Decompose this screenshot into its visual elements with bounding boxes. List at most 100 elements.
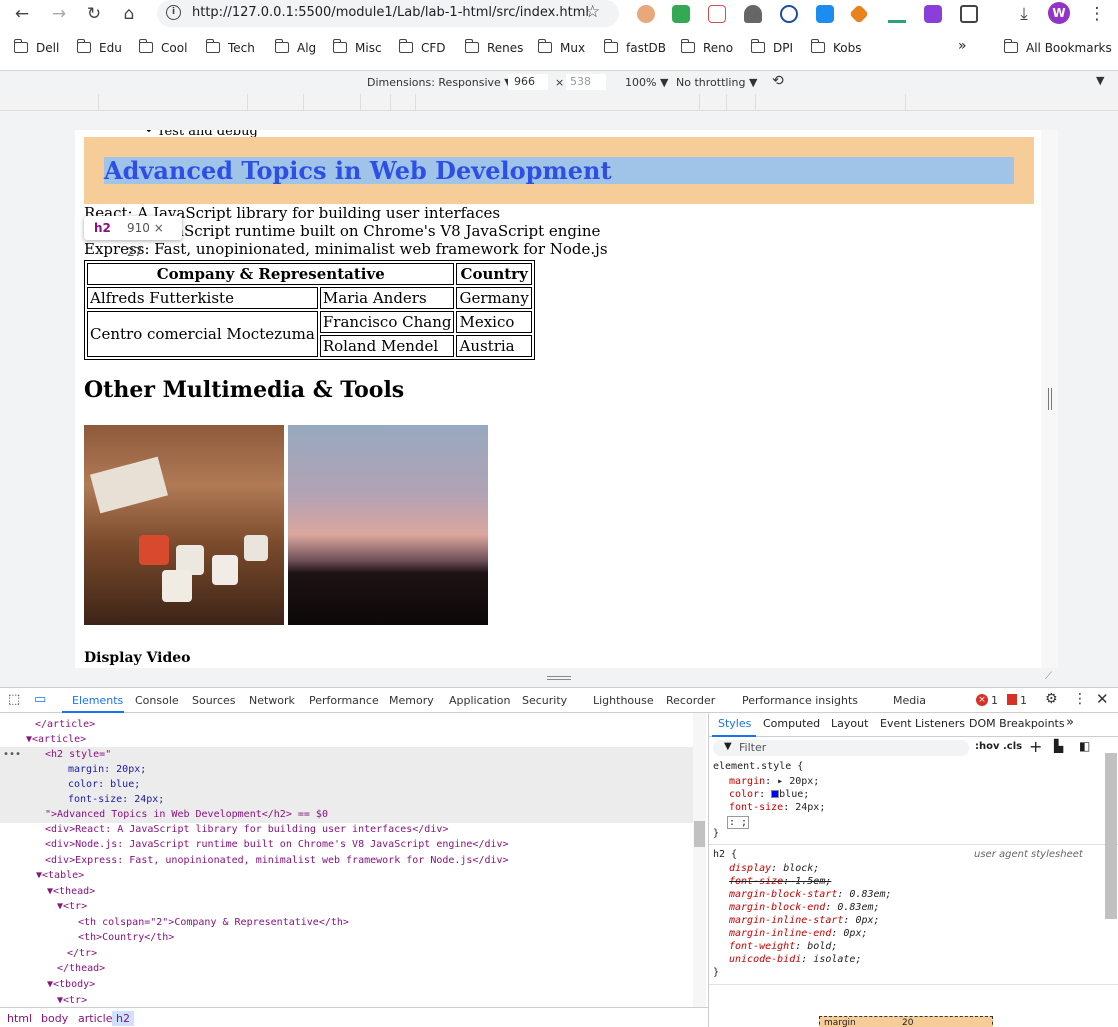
bookmark-folder[interactable]: Edu	[76, 39, 122, 59]
css-property[interactable]: margin: ▸ 20px;	[729, 776, 819, 787]
css-property[interactable]: color: blue;	[729, 789, 809, 800]
url-text[interactable]: http://127.0.0.1:5500/module1/Lab/lab-1-…	[192, 5, 589, 20]
tab-network[interactable]: Network	[249, 694, 295, 707]
breadcrumb-h2[interactable]: h2	[112, 1011, 134, 1026]
bookmark-folder[interactable]: Alg	[274, 39, 316, 59]
profile-avatar[interactable]: W	[1048, 2, 1070, 24]
dom-node-selected[interactable]: <h2 style="	[45, 747, 111, 762]
extension-icon-9[interactable]	[924, 5, 942, 23]
tab-application[interactable]: Application	[449, 694, 510, 707]
bookmark-folder[interactable]: CFD	[398, 39, 446, 59]
tab-styles[interactable]: Styles	[718, 717, 751, 730]
dom-node[interactable]: ▼<table>	[36, 868, 84, 883]
dom-node[interactable]: </article>	[35, 717, 95, 732]
extension-icon-6[interactable]	[816, 5, 834, 23]
close-devtools-icon[interactable]: ✕	[1096, 690, 1109, 708]
device-toggle-icon[interactable]: ▭	[34, 692, 46, 707]
tab-console[interactable]: Console	[135, 694, 179, 707]
bookmark-folder[interactable]: Renes	[464, 39, 523, 59]
settings-gear-icon[interactable]: ⚙	[1045, 691, 1058, 707]
forward-icon[interactable]: →	[47, 2, 71, 26]
dom-node-selected-end[interactable]: ">Advanced Topics in Web Development</h2…	[45, 807, 328, 822]
tab-media[interactable]: Media	[893, 694, 926, 707]
box-model-margin[interactable]: margin 20	[819, 1016, 993, 1027]
back-icon[interactable]: ←	[10, 2, 34, 26]
dom-node[interactable]: </thead>	[57, 961, 105, 976]
tab-layout[interactable]: Layout	[831, 717, 868, 730]
tab-computed[interactable]: Computed	[763, 717, 820, 730]
rotate-icon[interactable]: ⟲	[772, 73, 784, 89]
bookmark-folder[interactable]: Mux	[537, 39, 585, 59]
dom-node[interactable]: ▼<tr>	[57, 899, 87, 914]
hov-button[interactable]: :hov	[975, 741, 1000, 752]
dom-node[interactable]: <div>React: A JavaScript library for bui…	[45, 822, 448, 837]
dom-node[interactable]: <th colspan="2">Company & Representative…	[78, 915, 349, 930]
tab-recorder[interactable]: Recorder	[666, 694, 715, 707]
breadcrumb-article[interactable]: article	[74, 1011, 117, 1026]
breadcrumb-body[interactable]: body	[37, 1011, 72, 1026]
tab-dom-breakpoints[interactable]: DOM Breakpoints	[969, 717, 1065, 730]
bookmark-folder[interactable]: Kobs	[810, 39, 861, 59]
tab-event-listeners[interactable]: Event Listeners	[880, 717, 965, 730]
box-model-margin-value[interactable]: 20	[902, 1018, 913, 1027]
extension-icon-3[interactable]	[708, 5, 726, 23]
dom-node[interactable]: ▼<thead>	[47, 884, 95, 899]
site-info-icon[interactable]: i	[166, 5, 181, 20]
bookmark-folder[interactable]: fastDB	[603, 39, 666, 59]
all-bookmarks-folder[interactable]: All Bookmarks	[1003, 39, 1112, 59]
home-icon[interactable]: ⌂	[117, 2, 141, 26]
toggle-sidebar-icon[interactable]: ◧	[1079, 739, 1090, 753]
play-extension-icon[interactable]	[780, 5, 798, 23]
device-options-icon[interactable]: ▼	[1096, 74, 1104, 87]
add-rule-icon[interactable]: +	[1029, 737, 1042, 756]
inspect-element-icon[interactable]: ⬚	[8, 692, 20, 707]
corner-resize-handle[interactable]: ⟋	[1045, 671, 1052, 682]
dom-node[interactable]: <div>Express: Fast, unopinionated, minim…	[45, 853, 509, 868]
node-actions-ellipsis[interactable]: •••	[3, 747, 21, 762]
breadcrumb-html[interactable]: html	[3, 1011, 36, 1026]
elements-dom-tree[interactable]: </article> ▼<article> ••• <h2 style=" ma…	[0, 713, 708, 1007]
height-input[interactable]: 538	[566, 74, 606, 90]
dimensions-dropdown[interactable]: Dimensions: Responsive ▼	[367, 76, 513, 89]
dom-node[interactable]: ▼<tbody>	[47, 977, 95, 992]
bookmark-folder[interactable]: Tech	[205, 39, 255, 59]
elements-scrollbar[interactable]	[693, 713, 706, 1007]
color-format-icon[interactable]: ▙	[1054, 739, 1063, 753]
bookmark-star-icon[interactable]: ☆	[585, 2, 600, 22]
dom-node[interactable]: <div>Node.js: JavaScript runtime built o…	[45, 837, 509, 852]
metamask-icon[interactable]	[849, 4, 869, 24]
cls-button[interactable]: .cls	[1003, 741, 1022, 752]
extension-icon-1[interactable]	[637, 5, 655, 23]
tab-lighthouse[interactable]: Lighthouse	[593, 694, 654, 707]
bookmark-folder[interactable]: Misc	[332, 39, 382, 59]
color-swatch[interactable]	[771, 790, 780, 798]
database-extension-icon[interactable]	[744, 5, 762, 23]
viewport-resize-handle[interactable]	[1041, 130, 1058, 668]
dom-node[interactable]: ▼<article>	[26, 732, 86, 747]
tab-sources[interactable]: Sources	[192, 694, 236, 707]
error-count[interactable]: 1	[991, 694, 998, 707]
zoom-dropdown[interactable]: 100% ▼	[625, 76, 668, 89]
browser-menu-icon[interactable]: ⋮	[1085, 2, 1109, 26]
issue-flag-icon[interactable]	[1007, 694, 1017, 705]
tab-performance-insights[interactable]: Performance insights	[742, 694, 858, 707]
reload-icon[interactable]: ↻	[82, 2, 106, 26]
bookmark-folder[interactable]: DPI	[750, 39, 793, 59]
devtools-menu-icon[interactable]: ⋮	[1073, 691, 1087, 707]
media-query-ruler[interactable]	[0, 94, 1118, 111]
tab-performance[interactable]: Performance	[309, 694, 379, 707]
dom-node[interactable]: ▼<tr>	[57, 993, 87, 1007]
more-bookmarks-button[interactable]: »	[958, 38, 967, 56]
width-input[interactable]: 966	[508, 74, 548, 90]
address-bar[interactable]: i http://127.0.0.1:5500/module1/Lab/lab-…	[157, 0, 619, 27]
error-icon[interactable]: ×	[976, 694, 988, 706]
dom-node[interactable]: </tr>	[67, 946, 97, 961]
bookmark-folder[interactable]: Reno	[680, 39, 733, 59]
styles-scrollbar-thumb[interactable]	[1105, 753, 1117, 919]
extension-icon-8[interactable]	[888, 5, 906, 23]
throttling-dropdown[interactable]: No throttling ▼	[676, 76, 757, 89]
bookmark-folder[interactable]: Cool	[138, 39, 187, 59]
h2-selector[interactable]: h2 {	[713, 849, 737, 860]
bookmark-folder[interactable]: Dell	[13, 39, 59, 59]
scrollbar-thumb[interactable]	[694, 821, 705, 847]
